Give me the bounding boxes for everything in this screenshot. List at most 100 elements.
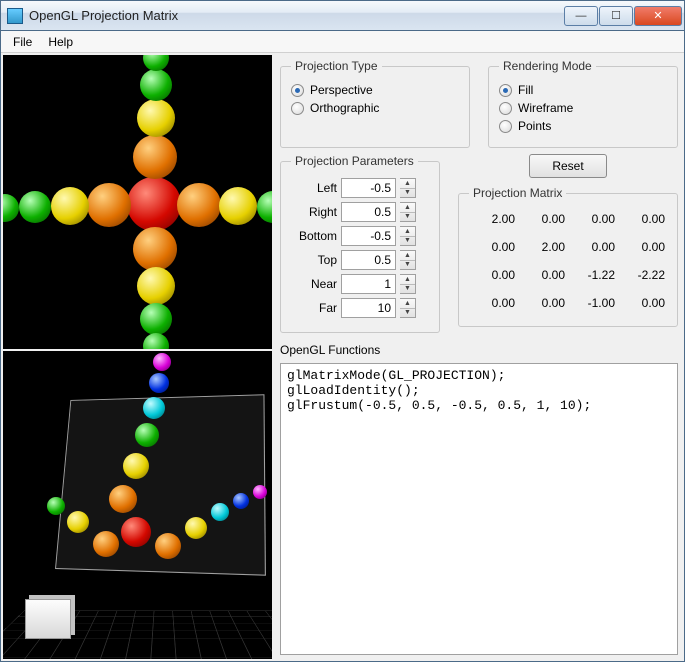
sphere-icon: [123, 453, 149, 479]
sphere-icon: [87, 183, 131, 227]
controls-panel: Projection Type Perspective Orthographic…: [276, 55, 682, 659]
bottom-input[interactable]: [341, 226, 396, 246]
sphere-icon: [257, 191, 272, 223]
sphere-icon: [137, 99, 175, 137]
radio-icon: [291, 84, 304, 97]
left-input[interactable]: [341, 178, 396, 198]
rendering-mode-group: Rendering Mode Fill Wireframe Points: [488, 59, 678, 148]
matrix-cell: 0.00: [521, 268, 565, 282]
gl-views: [3, 55, 272, 659]
reset-button[interactable]: Reset: [529, 154, 607, 178]
matrix-cell: 0.00: [571, 212, 615, 226]
chevron-up-icon: ▲: [400, 251, 415, 261]
radio-perspective[interactable]: Perspective: [291, 83, 459, 97]
titlebar[interactable]: OpenGL Projection Matrix — ☐ ✕: [1, 1, 684, 31]
sphere-icon: [185, 517, 207, 539]
sphere-icon: [133, 135, 177, 179]
projection-parameters-legend: Projection Parameters: [291, 154, 418, 168]
app-window: OpenGL Projection Matrix — ☐ ✕ File Help: [0, 0, 685, 662]
matrix-cell: 0.00: [571, 240, 615, 254]
matrix-cell: 0.00: [471, 268, 515, 282]
radio-wireframe[interactable]: Wireframe: [499, 101, 667, 115]
menu-file[interactable]: File: [5, 33, 40, 51]
sphere-icon: [149, 373, 169, 393]
sphere-icon: [143, 333, 169, 349]
matrix-cell: 0.00: [621, 212, 665, 226]
projection-matrix-legend: Projection Matrix: [469, 186, 566, 200]
chevron-down-icon: ▼: [400, 285, 415, 294]
param-bottom: Bottom ▲▼: [291, 226, 429, 246]
matrix-cell: 2.00: [471, 212, 515, 226]
opengl-functions-text[interactable]: glMatrixMode(GL_PROJECTION); glLoadIdent…: [280, 363, 678, 655]
param-label: Left: [291, 181, 337, 195]
param-label: Far: [291, 301, 337, 315]
sphere-icon: [211, 503, 229, 521]
radio-icon: [499, 120, 512, 133]
bottom-spinner[interactable]: ▲▼: [400, 226, 416, 246]
sphere-icon: [233, 493, 249, 509]
right-spinner[interactable]: ▲▼: [400, 202, 416, 222]
param-label: Top: [291, 253, 337, 267]
radio-label: Wireframe: [518, 101, 573, 115]
sphere-icon: [140, 69, 172, 101]
sphere-icon: [3, 194, 19, 222]
sphere-icon: [155, 533, 181, 559]
top-input[interactable]: [341, 250, 396, 270]
matrix-cell: 0.00: [621, 240, 665, 254]
radio-label: Orthographic: [310, 101, 379, 115]
param-label: Bottom: [291, 229, 337, 243]
param-label: Near: [291, 277, 337, 291]
client-area: Projection Type Perspective Orthographic…: [1, 53, 684, 661]
top-spinner[interactable]: ▲▼: [400, 250, 416, 270]
sphere-icon: [143, 55, 169, 71]
sphere-icon: [19, 191, 51, 223]
near-spinner[interactable]: ▲▼: [400, 274, 416, 294]
menu-help[interactable]: Help: [40, 33, 81, 51]
matrix-cell: 0.00: [471, 240, 515, 254]
gl-view-world[interactable]: [3, 351, 272, 659]
chevron-down-icon: ▼: [400, 261, 415, 270]
param-left: Left ▲▼: [291, 178, 429, 198]
sphere-icon: [121, 517, 151, 547]
projection-parameters-group: Projection Parameters Left ▲▼ Right ▲▼ B…: [280, 154, 440, 333]
rendering-mode-legend: Rendering Mode: [499, 59, 596, 73]
radio-icon: [291, 102, 304, 115]
param-near: Near ▲▼: [291, 274, 429, 294]
gl-view-camera[interactable]: [3, 55, 272, 349]
radio-points[interactable]: Points: [499, 119, 667, 133]
matrix-cell: 0.00: [521, 212, 565, 226]
right-input[interactable]: [341, 202, 396, 222]
sphere-icon: [137, 267, 175, 305]
minimize-button[interactable]: —: [564, 6, 598, 26]
chevron-down-icon: ▼: [400, 189, 415, 198]
radio-fill[interactable]: Fill: [499, 83, 667, 97]
radio-orthographic[interactable]: Orthographic: [291, 101, 459, 115]
radio-label: Perspective: [310, 83, 373, 97]
sphere-icon: [93, 531, 119, 557]
param-top: Top ▲▼: [291, 250, 429, 270]
close-button[interactable]: ✕: [634, 6, 682, 26]
sphere-icon: [133, 227, 177, 271]
radio-label: Points: [518, 119, 551, 133]
camera-icon: [25, 599, 71, 639]
sphere-icon: [135, 423, 159, 447]
matrix-cell: 0.00: [621, 296, 665, 310]
radio-label: Fill: [518, 83, 533, 97]
chevron-up-icon: ▲: [400, 227, 415, 237]
chevron-down-icon: ▼: [400, 237, 415, 246]
far-spinner[interactable]: ▲▼: [400, 298, 416, 318]
param-far: Far ▲▼: [291, 298, 429, 318]
maximize-button[interactable]: ☐: [599, 6, 633, 26]
sphere-icon: [47, 497, 65, 515]
chevron-up-icon: ▲: [400, 275, 415, 285]
far-input[interactable]: [341, 298, 396, 318]
projection-type-legend: Projection Type: [291, 59, 382, 73]
chevron-up-icon: ▲: [400, 203, 415, 213]
menubar: File Help: [1, 31, 684, 53]
sphere-icon: [140, 303, 172, 335]
chevron-down-icon: ▼: [400, 309, 415, 318]
left-spinner[interactable]: ▲▼: [400, 178, 416, 198]
near-input[interactable]: [341, 274, 396, 294]
window-title: OpenGL Projection Matrix: [29, 8, 564, 23]
sphere-icon: [143, 397, 165, 419]
